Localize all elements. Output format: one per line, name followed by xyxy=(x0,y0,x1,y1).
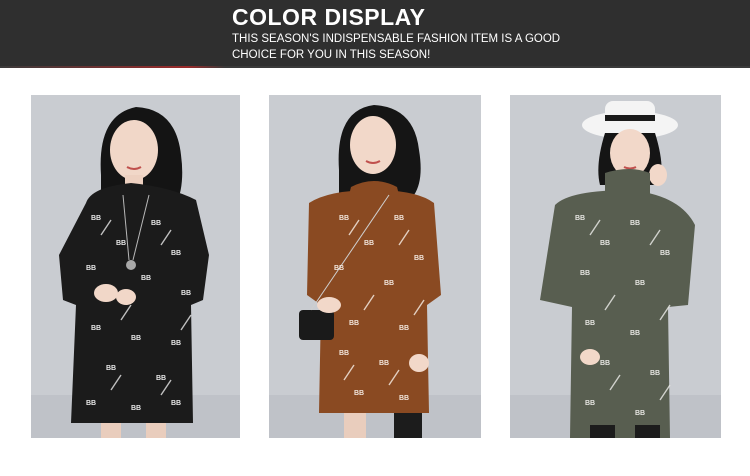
svg-text:BB: BB xyxy=(394,215,404,222)
svg-text:BB: BB xyxy=(116,240,126,247)
svg-text:BB: BB xyxy=(630,220,640,227)
svg-text:BB: BB xyxy=(635,410,645,417)
product-photo-olive: BB BB BB BB BB BB BB BB BB BB BB BB xyxy=(510,95,721,438)
svg-text:BB: BB xyxy=(171,340,181,347)
svg-text:BB: BB xyxy=(399,325,409,332)
svg-text:BB: BB xyxy=(575,215,585,222)
svg-text:BB: BB xyxy=(354,390,364,397)
svg-text:BB: BB xyxy=(141,275,151,282)
svg-text:BB: BB xyxy=(131,405,141,412)
svg-text:BB: BB xyxy=(635,280,645,287)
svg-text:BB: BB xyxy=(106,365,116,372)
svg-text:BB: BB xyxy=(585,400,595,407)
svg-text:BB: BB xyxy=(650,370,660,377)
banner-accent-line xyxy=(0,66,750,68)
svg-text:BB: BB xyxy=(414,255,424,262)
header-banner: COLOR DISPLAY THIS SEASON'S INDISPENSABL… xyxy=(0,0,750,68)
svg-text:BB: BB xyxy=(151,220,161,227)
svg-text:BB: BB xyxy=(349,320,359,327)
svg-text:BB: BB xyxy=(91,215,101,222)
svg-text:BB: BB xyxy=(600,360,610,367)
banner-subtitle: THIS SEASON'S INDISPENSABLE FASHION ITEM… xyxy=(232,33,561,61)
svg-text:BB: BB xyxy=(91,325,101,332)
svg-text:BB: BB xyxy=(630,330,640,337)
svg-text:BB: BB xyxy=(384,280,394,287)
product-photo-brown: BB BB BB BB BB BB BB BB BB BB BB BB xyxy=(269,95,481,438)
svg-text:BB: BB xyxy=(181,290,191,297)
svg-text:BB: BB xyxy=(339,215,349,222)
svg-text:BB: BB xyxy=(171,250,181,257)
svg-text:BB: BB xyxy=(600,240,610,247)
svg-text:BB: BB xyxy=(86,265,96,272)
svg-text:BB: BB xyxy=(156,375,166,382)
svg-text:BB: BB xyxy=(339,350,349,357)
product-photo-black: BB BB BB BB BB BB BB BB BB BB BB BB BB BB BB xyxy=(31,95,240,438)
svg-text:BB: BB xyxy=(86,400,96,407)
svg-text:BB: BB xyxy=(334,265,344,272)
svg-text:BB: BB xyxy=(399,395,409,402)
svg-text:BB: BB xyxy=(131,335,141,342)
svg-text:BB: BB xyxy=(379,360,389,367)
svg-text:BB: BB xyxy=(580,270,590,277)
svg-text:BB: BB xyxy=(171,400,181,407)
svg-text:BB: BB xyxy=(585,320,595,327)
svg-text:BB: BB xyxy=(364,240,374,247)
svg-text:BB: BB xyxy=(660,250,670,257)
banner-title: COLOR DISPLAY xyxy=(232,4,426,30)
